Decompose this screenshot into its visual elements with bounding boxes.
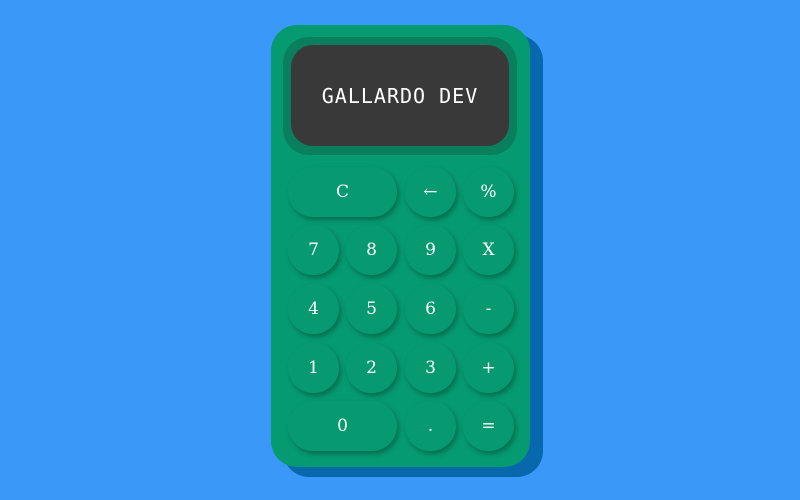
equals-button[interactable]: = <box>463 401 514 451</box>
subtract-button[interactable]: - <box>463 284 514 334</box>
digit-6-button[interactable]: 6 <box>405 284 456 334</box>
digit-4-label: 4 <box>308 299 319 319</box>
digit-9-label: 9 <box>425 240 436 260</box>
digit-0-label: 0 <box>337 416 348 436</box>
equals-label: = <box>481 416 496 436</box>
decimal-button[interactable]: . <box>405 401 456 451</box>
digit-4-button[interactable]: 4 <box>288 284 339 334</box>
digit-8-button[interactable]: 8 <box>346 225 397 275</box>
percent-label: % <box>480 182 497 202</box>
display-bezel: GALLARDO DEV <box>283 37 517 155</box>
digit-9-button[interactable]: 9 <box>405 225 456 275</box>
digit-1-button[interactable]: 1 <box>288 343 339 393</box>
subtract-label: - <box>485 299 492 319</box>
display-text: GALLARDO DEV <box>321 83 479 108</box>
digit-1-label: 1 <box>308 358 319 378</box>
decimal-label: . <box>427 416 434 436</box>
digit-3-label: 3 <box>425 358 436 378</box>
backspace-arrow-icon: ← <box>423 182 438 202</box>
digit-5-label: 5 <box>366 299 377 319</box>
add-button[interactable]: + <box>463 343 514 393</box>
percent-button[interactable]: % <box>463 167 514 217</box>
add-label: + <box>481 358 496 378</box>
digit-7-button[interactable]: 7 <box>288 225 339 275</box>
display-screen: GALLARDO DEV <box>291 45 509 146</box>
digit-2-button[interactable]: 2 <box>346 343 397 393</box>
multiply-button[interactable]: X <box>463 225 514 275</box>
digit-5-button[interactable]: 5 <box>346 284 397 334</box>
clear-button[interactable]: C <box>288 167 397 217</box>
digit-3-button[interactable]: 3 <box>405 343 456 393</box>
clear-label: C <box>335 182 349 202</box>
digit-6-label: 6 <box>425 299 436 319</box>
digit-2-label: 2 <box>366 358 377 378</box>
digit-7-label: 7 <box>308 240 319 260</box>
calculator: GALLARDO DEV C ← % 7 8 9 X 4 5 6 - 1 2 3… <box>271 25 530 467</box>
backspace-button[interactable]: ← <box>405 167 456 217</box>
digit-8-label: 8 <box>366 240 377 260</box>
digit-0-button[interactable]: 0 <box>288 401 397 451</box>
multiply-label: X <box>482 240 495 260</box>
